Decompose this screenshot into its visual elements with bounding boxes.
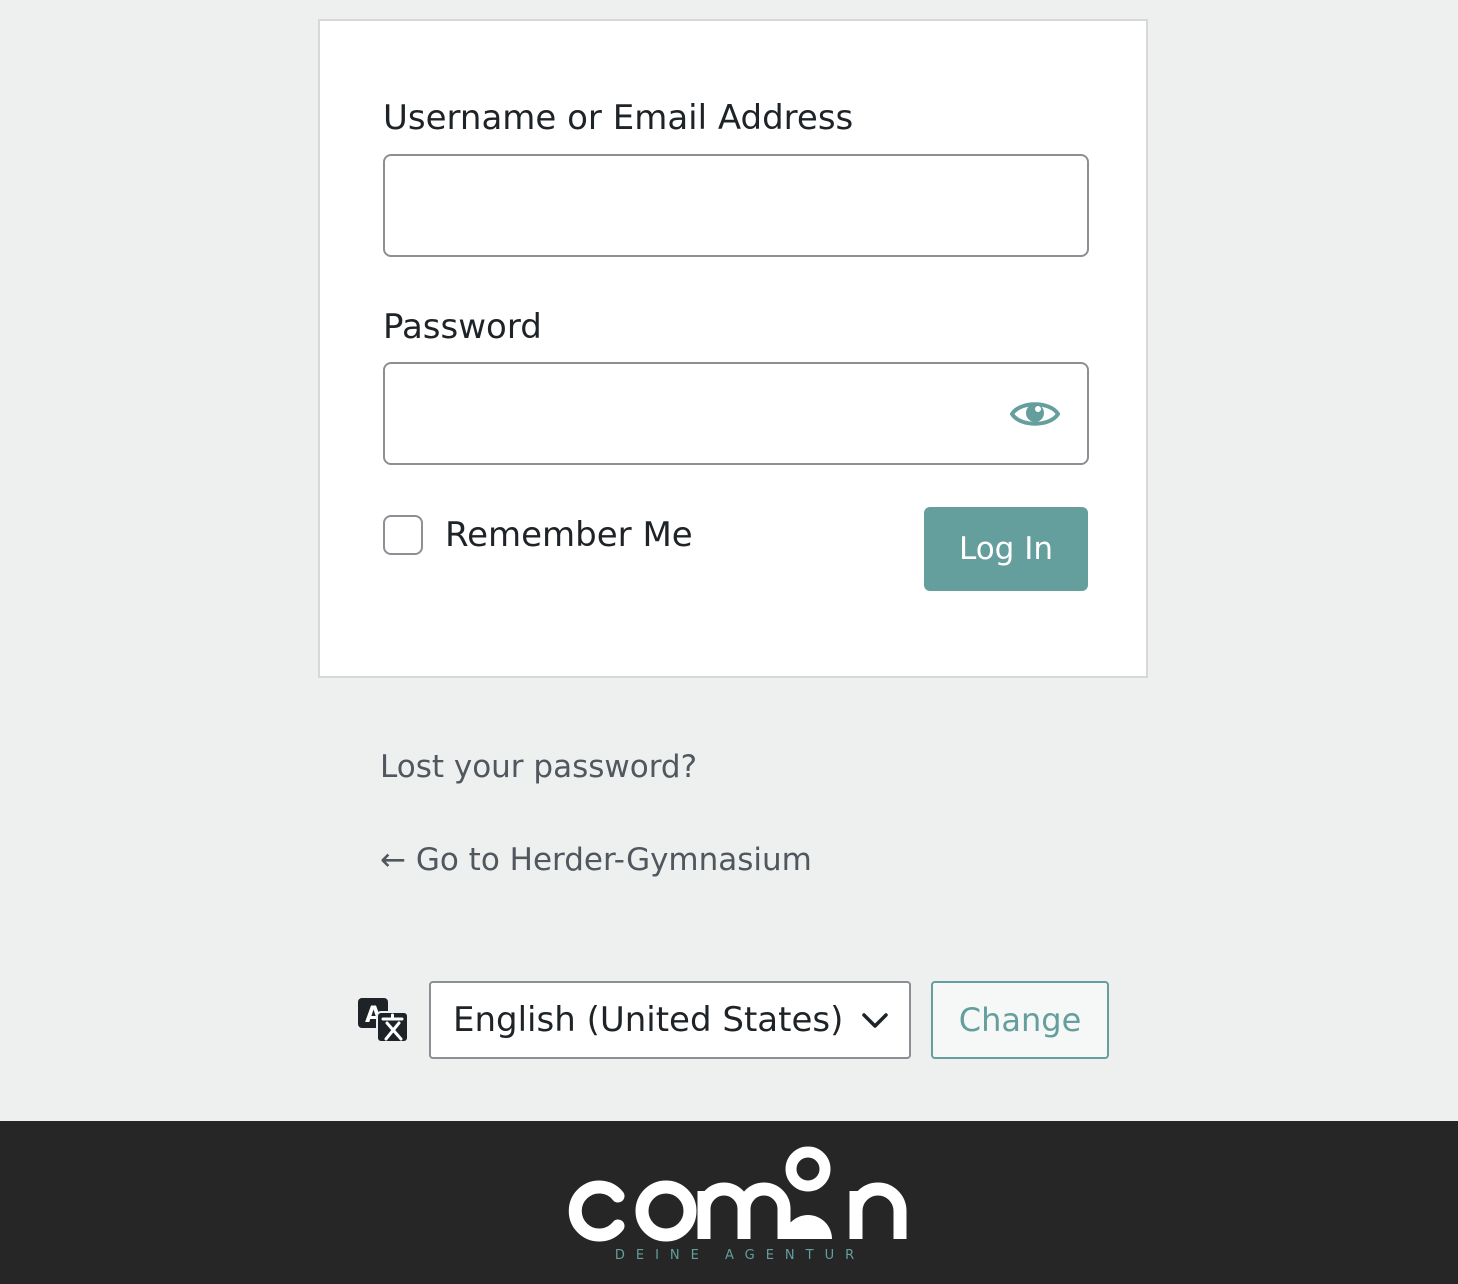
- username-input[interactable]: [383, 154, 1089, 257]
- login-form: Username or Email Address Password Remem…: [318, 19, 1148, 678]
- language-select[interactable]: English (United States): [429, 981, 911, 1059]
- language-selected-value: English (United States): [453, 1000, 844, 1040]
- brand-tagline: DEINE AGENTUR: [615, 1248, 865, 1261]
- login-button[interactable]: Log In: [924, 507, 1088, 591]
- show-password-button[interactable]: [1006, 389, 1064, 439]
- lost-password-link[interactable]: Lost your password?: [380, 752, 697, 783]
- login-page: Username or Email Address Password Remem…: [0, 0, 1458, 1284]
- translate-icon: A: [358, 998, 409, 1043]
- change-language-button[interactable]: Change: [931, 981, 1109, 1059]
- remember-me-checkbox[interactable]: [383, 515, 423, 555]
- brand-logo: DEINE AGENTUR: [568, 1146, 907, 1261]
- remember-me[interactable]: Remember Me: [383, 515, 693, 555]
- remember-me-label: Remember Me: [445, 515, 693, 555]
- eye-icon: [1010, 402, 1060, 426]
- username-label: Username or Email Address: [383, 98, 854, 138]
- password-label: Password: [383, 307, 542, 347]
- footer: DEINE AGENTUR: [0, 1121, 1458, 1284]
- password-input[interactable]: [383, 362, 1089, 465]
- back-to-site-link[interactable]: ← Go to Herder-Gymnasium: [380, 845, 812, 876]
- language-switcher: A English (United States) Change: [357, 981, 1109, 1059]
- chevron-down-icon: [862, 1013, 888, 1028]
